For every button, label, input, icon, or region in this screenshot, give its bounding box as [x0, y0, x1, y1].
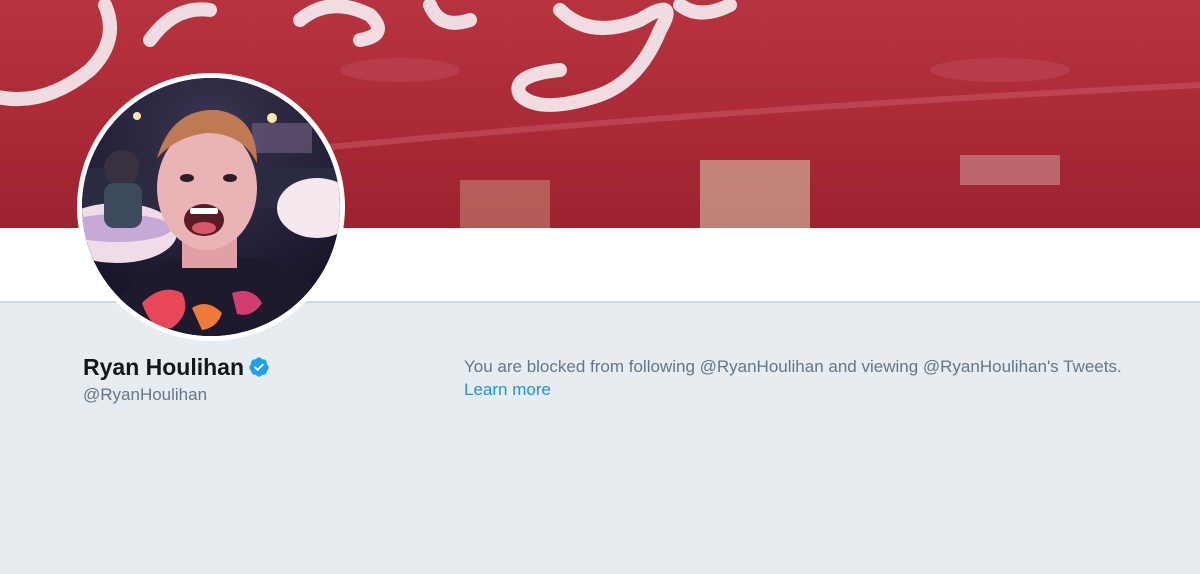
- profile-avatar[interactable]: [77, 73, 345, 341]
- learn-more-link[interactable]: Learn more: [464, 378, 551, 401]
- profile-card: Ryan Houlihan @RyanHoulihan: [83, 350, 413, 405]
- profile-page: Ryan Houlihan @RyanHoulihan You are bloc…: [0, 0, 1200, 574]
- profile-screen-name[interactable]: @RyanHoulihan: [83, 385, 413, 405]
- profile-name-row: Ryan Houlihan: [83, 350, 413, 384]
- blocked-message: You are blocked from following @RyanHoul…: [464, 357, 1122, 376]
- profile-full-name[interactable]: Ryan Houlihan: [83, 354, 244, 381]
- avatar-photo: [82, 78, 340, 336]
- verified-badge-icon: [248, 356, 270, 378]
- blocked-notice: You are blocked from following @RyanHoul…: [464, 355, 1184, 401]
